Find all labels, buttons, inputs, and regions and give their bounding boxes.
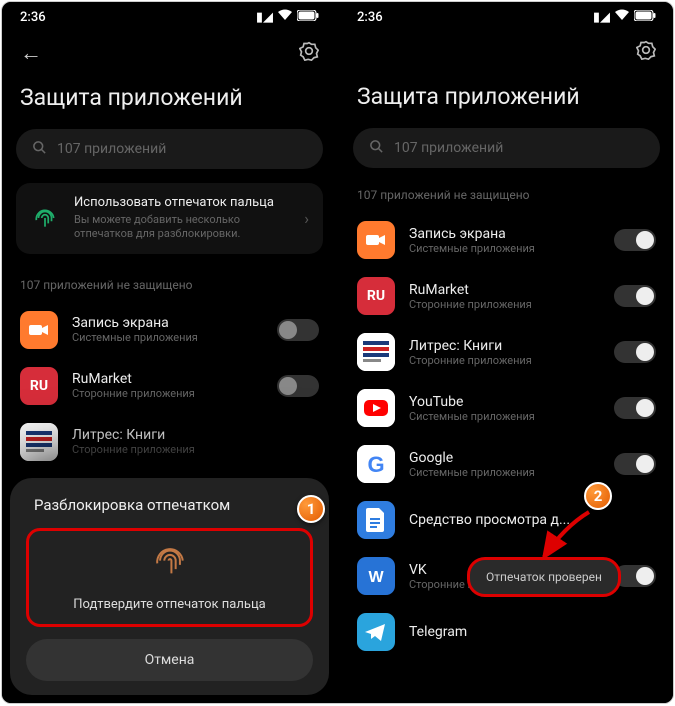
app-toggle[interactable] bbox=[614, 453, 656, 475]
fingerprint-icon-large bbox=[39, 545, 300, 587]
app-row[interactable]: Запись экрана Системные приложения bbox=[339, 212, 674, 268]
fingerprint-card-subtitle: Вы можете добавить несколько отпечатков … bbox=[74, 213, 290, 242]
toast-text: Отпечаток проверен bbox=[486, 570, 602, 584]
app-icon-docs bbox=[357, 501, 395, 539]
app-icon-litres bbox=[20, 423, 58, 461]
gear-icon[interactable] bbox=[299, 41, 319, 66]
app-icon-screen-recorder bbox=[20, 311, 58, 349]
chevron-right-icon: › bbox=[304, 209, 309, 228]
svg-text:G: G bbox=[367, 452, 384, 477]
app-icon-telegram bbox=[357, 613, 395, 651]
phone-screen-left: 2:36 ▮◢ ← Защита приложений 107 прилож bbox=[2, 2, 337, 703]
app-name: Запись экрана bbox=[409, 226, 600, 242]
header: ← bbox=[2, 32, 337, 70]
cancel-button-label: Отмена bbox=[145, 652, 195, 668]
app-toggle[interactable] bbox=[614, 397, 656, 419]
wifi-icon bbox=[277, 9, 293, 25]
header bbox=[339, 32, 674, 69]
app-icon-screen-recorder bbox=[357, 221, 395, 259]
app-icon-rumarket: RU bbox=[357, 277, 395, 315]
battery-icon bbox=[634, 10, 656, 25]
app-row[interactable]: Telegram bbox=[339, 604, 674, 660]
app-row[interactable]: RU RuMarket Сторонние приложения bbox=[2, 358, 337, 414]
app-category: Сторонние приложения bbox=[72, 387, 263, 400]
app-row[interactable]: Литрес: Книги Сторонние приложения bbox=[2, 414, 337, 470]
app-name: Запись экрана bbox=[72, 315, 263, 331]
app-name: RuMarket bbox=[72, 371, 263, 387]
app-row[interactable]: Запись экрана Системные приложения bbox=[2, 302, 337, 358]
fingerprint-dialog: Разблокировка отпечатком Подтвердите отп… bbox=[10, 478, 329, 695]
app-row[interactable]: G Google Системные приложения bbox=[339, 436, 674, 492]
app-toggle[interactable] bbox=[614, 229, 656, 251]
search-input[interactable]: 107 приложений bbox=[353, 128, 660, 168]
status-bar: 2:36 ▮◢ bbox=[339, 2, 674, 32]
back-icon[interactable]: ← bbox=[20, 40, 42, 66]
status-time: 2:36 bbox=[357, 10, 383, 25]
app-category: Системные приложения bbox=[409, 410, 600, 423]
status-icons: ▮◢ bbox=[256, 9, 319, 25]
app-name: Google bbox=[409, 450, 600, 466]
page-title: Защита приложений bbox=[339, 69, 674, 128]
app-icon-google: G bbox=[357, 445, 395, 483]
wifi-icon bbox=[614, 9, 630, 25]
app-category: Сторонние приложения bbox=[409, 298, 600, 311]
signal-icon: ▮◢ bbox=[593, 10, 610, 25]
gear-icon[interactable] bbox=[636, 40, 656, 65]
battery-icon bbox=[297, 10, 319, 25]
app-row[interactable]: YouTube Системные приложения bbox=[339, 380, 674, 436]
app-category: Системные приложения bbox=[72, 331, 263, 344]
app-row[interactable]: Литрес: Книги Сторонние приложения bbox=[339, 324, 674, 380]
app-toggle[interactable] bbox=[614, 341, 656, 363]
search-icon bbox=[32, 140, 47, 159]
status-time: 2:36 bbox=[20, 10, 46, 25]
fingerprint-card[interactable]: Использовать отпечаток пальца Вы можете … bbox=[16, 183, 323, 254]
search-icon bbox=[369, 139, 384, 158]
app-icon-litres bbox=[357, 333, 395, 371]
annotation-badge-1: 1 bbox=[297, 495, 325, 523]
app-name: Telegram bbox=[409, 624, 656, 640]
cancel-button[interactable]: Отмена bbox=[26, 639, 313, 681]
app-name: Литрес: Книги bbox=[72, 427, 319, 443]
section-label: 107 приложений не защищено bbox=[339, 182, 674, 212]
app-category: Системные приложения bbox=[409, 242, 600, 255]
svg-text:W: W bbox=[368, 569, 384, 586]
app-name: RuMarket bbox=[409, 282, 600, 298]
app-category: Сторонние приложения bbox=[409, 354, 600, 367]
app-icon-vk: W bbox=[357, 557, 395, 595]
status-icons: ▮◢ bbox=[593, 9, 656, 25]
app-name: Литрес: Книги bbox=[409, 338, 600, 354]
app-name: Средство просмотра д... bbox=[409, 512, 656, 528]
app-icon-rumarket: RU bbox=[20, 367, 58, 405]
annotation-badge-2: 2 bbox=[584, 482, 612, 510]
dialog-confirm-text: Подтвердите отпечаток пальца bbox=[39, 597, 300, 612]
app-name: YouTube bbox=[409, 394, 600, 410]
app-category: Сторонние приложения bbox=[72, 443, 319, 456]
app-toggle[interactable] bbox=[277, 375, 319, 397]
app-row[interactable]: Средство просмотра д... bbox=[339, 492, 674, 548]
app-toggle[interactable] bbox=[614, 285, 656, 307]
search-placeholder: 107 приложений bbox=[394, 140, 503, 156]
search-placeholder: 107 приложений bbox=[57, 141, 166, 157]
fingerprint-card-title: Использовать отпечаток пальца bbox=[74, 195, 290, 210]
dialog-title: Разблокировка отпечатком bbox=[26, 496, 313, 514]
signal-icon: ▮◢ bbox=[256, 10, 273, 25]
app-icon-youtube bbox=[357, 389, 395, 427]
app-toggle[interactable] bbox=[277, 319, 319, 341]
fingerprint-icon bbox=[30, 203, 60, 233]
app-category: Системные приложения bbox=[409, 466, 600, 479]
status-bar: 2:36 ▮◢ bbox=[2, 2, 337, 32]
fingerprint-confirm-area[interactable]: Подтвердите отпечаток пальца bbox=[26, 528, 313, 627]
search-input[interactable]: 107 приложений bbox=[16, 129, 323, 169]
page-title: Защита приложений bbox=[2, 70, 337, 129]
section-label: 107 приложений не защищено bbox=[2, 272, 337, 302]
toast-fingerprint-verified: Отпечаток проверен bbox=[467, 557, 621, 597]
phone-screen-right: 2:36 ▮◢ Защита приложений 107 приложе bbox=[339, 2, 674, 703]
app-row[interactable]: RU RuMarket Сторонние приложения bbox=[339, 268, 674, 324]
